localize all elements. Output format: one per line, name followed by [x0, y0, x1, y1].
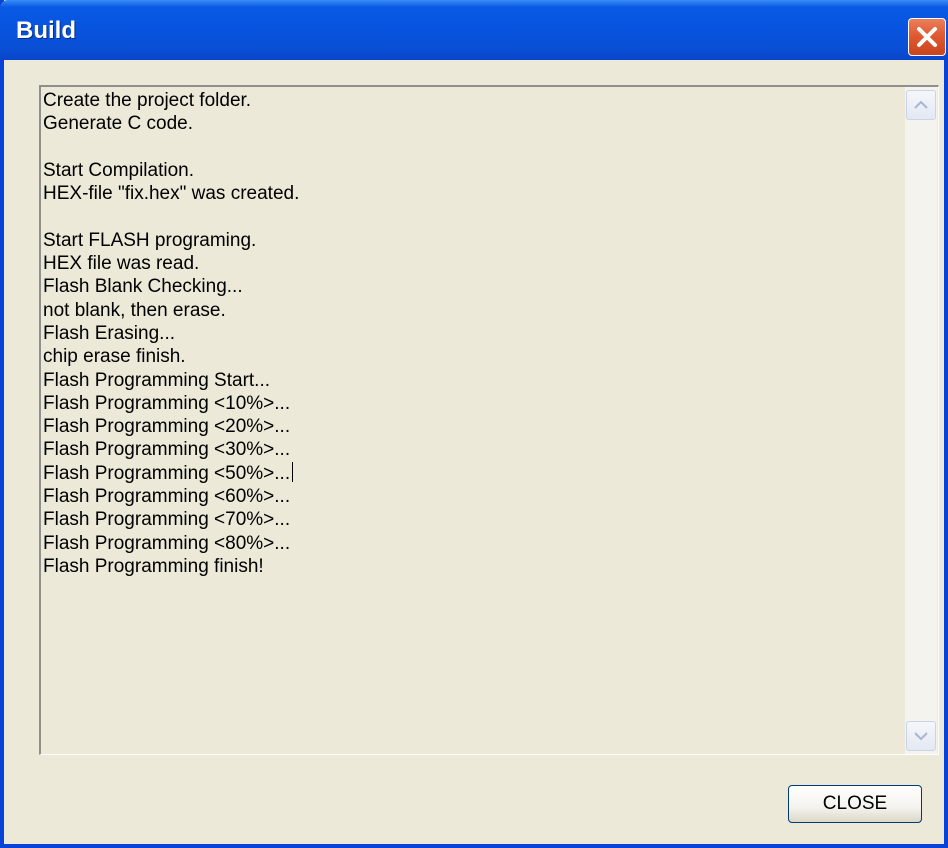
log-line: Flash Programming <10%>... [43, 392, 291, 414]
title-bar[interactable]: Build [0, 0, 948, 60]
chevron-up-icon [914, 100, 928, 109]
log-line: chip erase finish. [43, 346, 186, 368]
scroll-up-button[interactable] [906, 90, 936, 120]
log-line: Flash Blank Checking... [43, 276, 243, 298]
scroll-down-button[interactable] [906, 721, 936, 751]
log-line: Create the project folder. [43, 90, 252, 111]
log-line: Flash Erasing... [43, 322, 175, 344]
close-icon [917, 27, 937, 47]
close-button[interactable]: CLOSE [788, 785, 922, 823]
log-line-with-caret: Flash Programming <50%>... [43, 461, 903, 485]
log-lines: Create the project folder. Generate C co… [43, 89, 903, 578]
log-line: Flash Programming <30%>... [43, 439, 291, 461]
build-log-textarea[interactable]: Create the project folder. Generate C co… [39, 85, 939, 755]
log-line: Flash Programming finish! [43, 555, 264, 577]
log-line: Flash Programming <70%>... [43, 509, 291, 531]
close-window-button[interactable] [908, 18, 946, 56]
log-line: Flash Programming <50%>... [43, 462, 291, 484]
chevron-down-icon [914, 732, 928, 741]
log-line: Flash Programming <80%>... [43, 532, 291, 554]
log-line: Flash Programming Start... [43, 369, 271, 391]
text-caret [292, 461, 294, 482]
log-line: HEX-file "fix.hex" was created. [43, 183, 300, 205]
log-line: Start FLASH programing. [43, 229, 257, 251]
build-dialog: Build Create the project folder. Generat… [0, 0, 948, 848]
log-line: not blank, then erase. [43, 299, 226, 321]
vertical-scrollbar[interactable] [905, 87, 937, 754]
window-title: Build [16, 17, 76, 44]
log-line: HEX file was read. [43, 253, 200, 275]
log-line: Generate C code. [43, 113, 193, 135]
log-line: Flash Programming <20%>... [43, 416, 291, 438]
log-line: Flash Programming <60%>... [43, 486, 291, 508]
log-line: Start Compilation. [43, 159, 195, 181]
